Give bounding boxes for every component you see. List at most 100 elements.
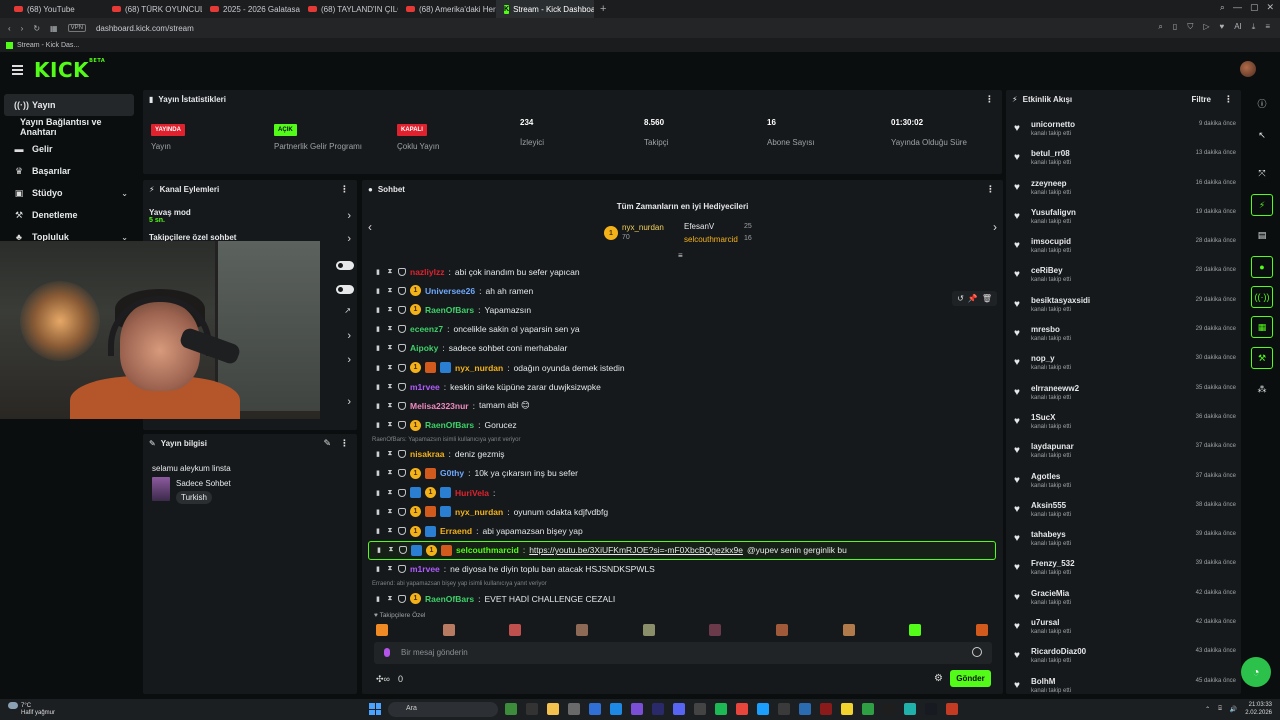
activity-username[interactable]: Frenzy_532 xyxy=(1031,559,1075,568)
timeout-icon[interactable]: ⧗ xyxy=(386,508,394,516)
activity-username[interactable]: Agotles xyxy=(1031,472,1060,481)
emote[interactable] xyxy=(775,624,788,636)
emote[interactable] xyxy=(975,624,988,636)
obs-icon[interactable] xyxy=(883,703,895,715)
play-icon[interactable]: ▷ xyxy=(1203,22,1209,32)
vpn-badge[interactable]: VPN xyxy=(67,24,86,32)
chat-message[interactable]: ▮ ⧗ 1 Erraend: abi yapamazsan bişey yap xyxy=(368,521,996,540)
sidebar-item-gelir[interactable]: ▬ Gelir xyxy=(4,138,134,160)
network-icon[interactable]: ⌸ xyxy=(1218,706,1222,713)
emote[interactable] xyxy=(575,624,588,636)
chat-username[interactable]: Erraend xyxy=(440,526,472,536)
timeout-icon[interactable]: ⧗ xyxy=(386,344,394,352)
toggle-switch[interactable] xyxy=(336,285,354,294)
chrome-icon[interactable] xyxy=(736,703,748,715)
activity-username[interactable]: BolhM xyxy=(1031,677,1055,686)
support-button[interactable]: ◔ xyxy=(1241,657,1271,687)
menu-icon[interactable]: ≡ xyxy=(1265,22,1270,32)
chevron-left-icon[interactable]: ‹ xyxy=(368,220,372,234)
terminal-icon[interactable] xyxy=(778,703,790,715)
chat-input[interactable]: Bir mesaj gönderin xyxy=(374,642,992,664)
edit-icon[interactable]: ✎ xyxy=(323,438,331,449)
emote[interactable] xyxy=(642,624,655,636)
chat-username[interactable]: HuriVela xyxy=(455,488,489,498)
edge-icon[interactable] xyxy=(610,703,622,715)
timeout-icon[interactable]: ⧗ xyxy=(386,450,394,458)
timeout-icon[interactable]: ⧗ xyxy=(386,565,394,573)
chat-username[interactable]: nyx_nurdan xyxy=(455,507,503,517)
activity-username[interactable]: laydapunar xyxy=(1031,442,1074,451)
chat-message[interactable]: ▮ ⧗ 1 nyx_nurdan: oyunum odakta kdjfvdbfg xyxy=(368,502,996,521)
browser-tab[interactable]: (68) TAYLAND'IN ÇILGIN xyxy=(300,0,398,18)
timeout-icon[interactable]: ⧗ xyxy=(386,287,394,295)
activity-username[interactable]: 1SucX xyxy=(1031,413,1055,422)
chevron-right-icon[interactable]: › xyxy=(993,220,997,234)
timeout-icon[interactable]: ⧗ xyxy=(386,268,394,276)
chevron-right-icon[interactable]: › xyxy=(347,354,351,366)
browser-tab[interactable]: (68) YouTube xyxy=(6,0,104,18)
activity-item[interactable]: ♥ Agotles kanalı takip etti 37 dakika önce xyxy=(1014,470,1236,499)
image-icon[interactable] xyxy=(799,703,811,715)
activity-username[interactable]: RicardoDiaz00 xyxy=(1031,647,1086,656)
chat-message[interactable]: ▮ ⧗ 1 RaenOfBars: Yapamazsın xyxy=(368,300,996,319)
url-field[interactable]: dashboard.kick.com/stream xyxy=(96,24,194,33)
folder-icon[interactable] xyxy=(547,703,559,715)
chevron-up-icon[interactable]: ⌃ xyxy=(1205,706,1210,713)
ban-icon[interactable] xyxy=(398,382,406,391)
start-button[interactable] xyxy=(369,703,381,715)
activity-item[interactable]: ♥ zzeyneep kanalı takip etti 16 dakika önce xyxy=(1014,177,1236,206)
expand-icon[interactable]: ⤧ xyxy=(1251,162,1273,184)
taskbar-search[interactable]: Ara xyxy=(388,702,498,717)
ban-icon[interactable] xyxy=(398,305,406,314)
search-icon[interactable]: ⌕ xyxy=(1220,2,1225,13)
sidebar-item-studyo[interactable]: ▣ Stüdyo ⌄ xyxy=(4,182,134,204)
maximize-button[interactable]: ▢ xyxy=(1250,2,1259,13)
activity-username[interactable]: tahabeys xyxy=(1031,530,1066,539)
slow-mode-item[interactable]: Yavaş mod 5 sn. xyxy=(149,208,191,224)
chart-icon[interactable]: ↗ xyxy=(344,306,351,315)
more-icon[interactable]: ⋮ xyxy=(340,184,349,195)
ban-icon[interactable] xyxy=(398,469,406,478)
activity-item[interactable]: ♥ tahabeys kanalı takip etti 39 dakika önce xyxy=(1014,528,1236,557)
activity-username[interactable]: Aksin555 xyxy=(1031,501,1066,510)
menu-icon[interactable] xyxy=(12,65,23,75)
pin-icon[interactable]: ▮ xyxy=(374,306,382,314)
message-link[interactable]: https://youtu.be/3XiUFKmRJOE?si=-mF0XbcB… xyxy=(529,545,743,555)
pin-icon[interactable]: 📌 xyxy=(968,294,978,303)
forward-icon[interactable]: › xyxy=(21,24,24,33)
timeout-icon[interactable]: ⧗ xyxy=(386,402,394,410)
timeout-icon[interactable]: ⧗ xyxy=(386,421,394,429)
pin-icon[interactable]: ▮ xyxy=(374,287,382,295)
activity-username[interactable]: elrraneeww2 xyxy=(1031,384,1079,393)
chat-message[interactable]: ▮ ⧗ m1rvee: keskin sirke küpüne zarar duwjk… xyxy=(368,377,996,396)
ai-button[interactable]: AI xyxy=(1234,22,1242,32)
chat-message[interactable]: ▮ ⧗ 1 Universee26: ah ah ramen xyxy=(368,281,996,300)
sidebar-item-yayin[interactable]: ((·)) Yayın xyxy=(4,94,134,116)
mail-icon[interactable] xyxy=(589,703,601,715)
chevron-right-icon[interactable]: › xyxy=(347,396,351,408)
weather-widget[interactable]: 7°C Hafif yağmur xyxy=(8,702,55,717)
activity-item[interactable]: ♥ 1SucX kanalı takip etti 36 dakika önce xyxy=(1014,411,1236,440)
ban-icon[interactable] xyxy=(398,507,406,516)
ban-icon[interactable] xyxy=(398,565,406,574)
chat-username[interactable]: nisakraa xyxy=(410,449,445,459)
timeout-icon[interactable]: ⧗ xyxy=(386,489,394,497)
activity-username[interactable]: imsocupid xyxy=(1031,237,1071,246)
timeout-icon[interactable]: ⧗ xyxy=(386,364,394,372)
activity-item[interactable]: ♥ Yusufaligvn kanalı takip etti 19 dakika ö… xyxy=(1014,206,1236,235)
pin-icon[interactable]: ▮ xyxy=(374,565,382,573)
chat-icon[interactable]: ● xyxy=(1251,256,1273,278)
activity-item[interactable]: ♥ u7ursal kanalı takip etti 42 dakika önce xyxy=(1014,616,1236,645)
pin-icon[interactable]: ▮ xyxy=(374,421,382,429)
info-icon[interactable]: ⓘ xyxy=(1251,92,1273,114)
kick-logo[interactable]: KICKBETA xyxy=(34,58,105,82)
sidebar-item-denetleme[interactable]: ⚒ Denetleme xyxy=(4,204,134,226)
chat-message[interactable]: ▮ ⧗ eceenz7: oncelikle sakin ol yaparsin se… xyxy=(368,320,996,339)
pin-icon[interactable]: ▮ xyxy=(374,527,382,535)
activity-username[interactable]: Yusufaligvn xyxy=(1031,208,1076,217)
delete-icon[interactable]: 🗑 xyxy=(982,294,992,303)
broadcast-icon[interactable]: ((·)) xyxy=(1251,286,1273,308)
chat-message[interactable]: ▮ ⧗ 1 RaenOfBars: Gorucez xyxy=(368,416,996,435)
ban-icon[interactable] xyxy=(398,401,406,410)
ban-icon[interactable] xyxy=(398,267,406,276)
